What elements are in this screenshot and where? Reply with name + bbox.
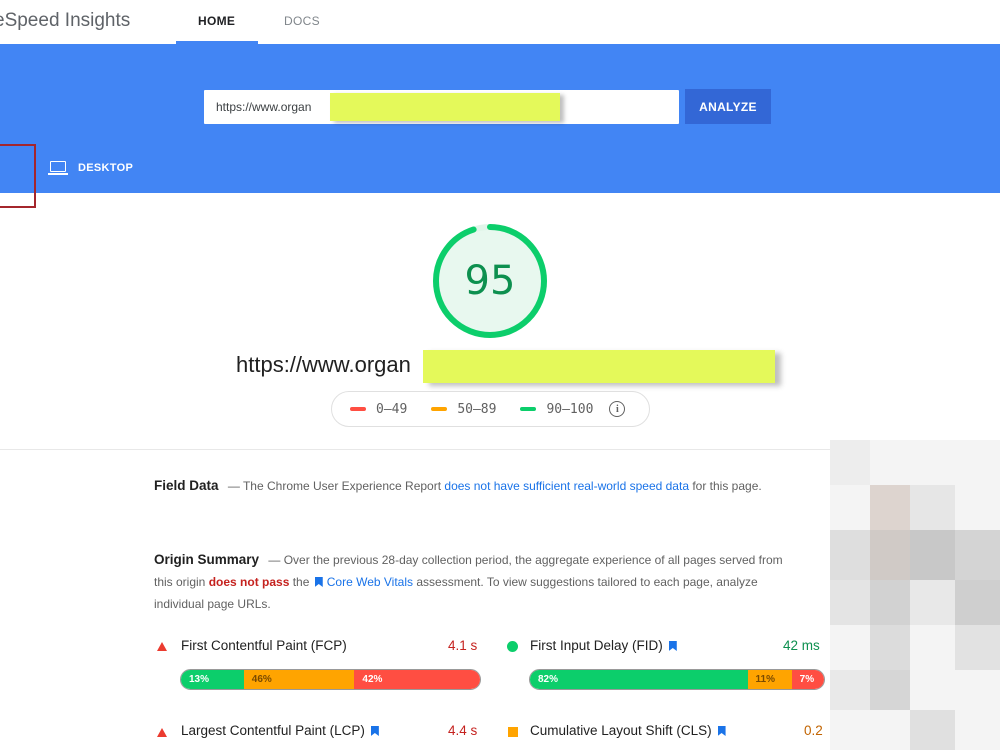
segment-average: 11% [747, 670, 792, 689]
pass-circle-icon [507, 641, 518, 652]
fail-triangle-icon [157, 728, 167, 737]
segment-good: 13% [181, 670, 244, 689]
legend-label: 90–100 [546, 401, 594, 417]
field-data-text: — The Chrome User Experience Report [224, 479, 445, 493]
metric-label-text: Cumulative Layout Shift (CLS) [530, 723, 712, 738]
bookmark-icon [370, 726, 379, 736]
redaction-highlight [330, 93, 560, 121]
performance-score: 95 [464, 258, 516, 304]
metric-label-text: Largest Contentful Paint (LCP) [181, 723, 365, 738]
insufficient-data-link[interactable]: does not have sufficient real-world spee… [444, 479, 689, 493]
metric-label-fcp: First Contentful Paint (FCP) [181, 638, 347, 653]
legend-item-pass: 90–100 [520, 402, 593, 417]
tab-home[interactable]: HOME [198, 14, 235, 28]
pixelated-redaction [830, 440, 1000, 750]
segment-poor: 42% [354, 670, 480, 689]
field-data-section: Field Data — The Chrome User Experience … [154, 475, 774, 497]
metric-value-lcp: 4.4 s [448, 723, 478, 738]
bookmark-icon [314, 577, 323, 587]
app-title: eSpeed Insights [0, 10, 131, 31]
legend-item-average: 50–89 [431, 402, 496, 417]
core-web-vitals-link[interactable]: Core Web Vitals [327, 575, 413, 589]
segment-good: 82% [530, 670, 748, 689]
legend-label: 50–89 [457, 401, 497, 417]
url-input-value: https://www.organ [216, 100, 312, 114]
tab-desktop-label: DESKTOP [78, 162, 134, 174]
segment-average: 46% [243, 670, 355, 689]
origin-summary-text: the [289, 575, 313, 589]
field-data-title: Field Data [154, 478, 219, 493]
top-bar: eSpeed Insights HOME DOCS [0, 0, 1000, 44]
field-data-text: for this page. [689, 479, 762, 493]
distribution-bar-fcp: 13% 46% 42% [180, 669, 481, 690]
legend-item-fail: 0–49 [350, 402, 407, 417]
metric-value-fid: 42 ms [783, 638, 820, 653]
origin-summary-title: Origin Summary [154, 552, 260, 567]
score-legend: 0–49 50–89 90–100 i [331, 391, 650, 427]
metric-label-cls: Cumulative Layout Shift (CLS) [530, 723, 726, 738]
bookmark-icon [717, 726, 726, 736]
segment-poor: 7% [791, 670, 824, 689]
analyzed-url: https://www.organ [236, 352, 411, 377]
metric-label-fid: First Input Delay (FID) [530, 638, 677, 653]
fail-triangle-icon [157, 642, 167, 651]
fail-status-text: does not pass [208, 575, 290, 589]
analyze-button[interactable]: ANALYZE [685, 89, 771, 124]
bookmark-icon [668, 641, 677, 651]
legend-swatch [350, 407, 366, 411]
metric-label-text: First Input Delay (FID) [530, 638, 663, 653]
distribution-bar-fid: 82% 11% 7% [529, 669, 825, 690]
metric-value-fcp: 4.1 s [448, 638, 478, 653]
tab-desktop[interactable]: DESKTOP [48, 160, 133, 176]
mobile-tab-highlight[interactable] [0, 144, 36, 208]
hero-banner: https://www.organ ANALYZE DESKTOP [0, 44, 1000, 208]
legend-label: 0–49 [376, 401, 408, 417]
redaction-highlight [423, 350, 775, 383]
origin-summary-section: Origin Summary — Over the previous 28-da… [154, 549, 784, 615]
tab-docs[interactable]: DOCS [284, 14, 320, 28]
metric-label-lcp: Largest Contentful Paint (LCP) [181, 723, 379, 738]
average-square-icon [508, 727, 518, 737]
legend-swatch [520, 407, 537, 411]
legend-swatch [431, 407, 448, 411]
info-icon[interactable]: i [609, 401, 626, 417]
metric-value-cls: 0.2 [804, 723, 823, 738]
laptop-icon [48, 160, 68, 176]
